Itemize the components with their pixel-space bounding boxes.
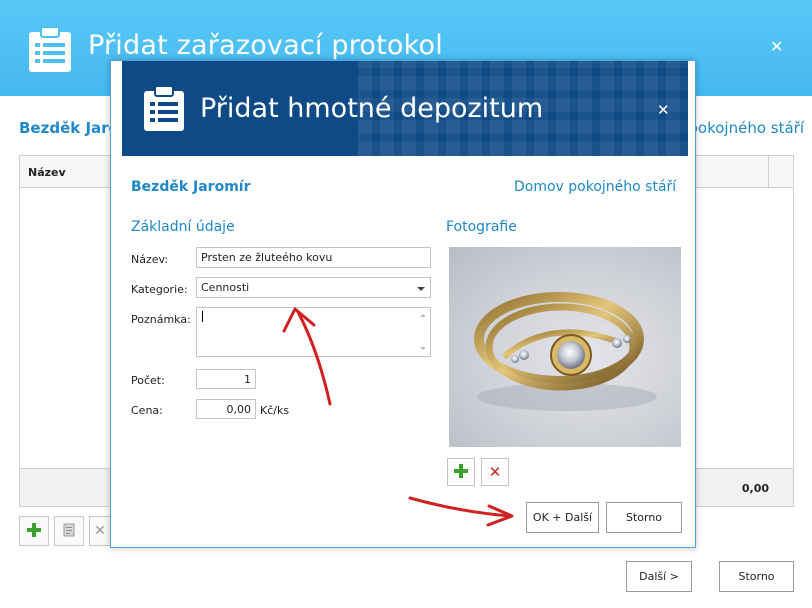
- category-label: Kategorie:: [131, 283, 188, 296]
- category-select-value: Cennosti: [201, 281, 250, 294]
- table-total: 0,00: [741, 482, 769, 495]
- price-field[interactable]: 0,00: [196, 399, 256, 419]
- note-label: Poznámka:: [131, 313, 191, 326]
- category-select[interactable]: Cennosti: [196, 277, 431, 298]
- scroll-down-icon[interactable]: [420, 347, 426, 350]
- plus-icon: [27, 522, 41, 540]
- dialog-header: Přidat hmotné depozitum ✕: [122, 61, 688, 156]
- column-divider: [768, 156, 769, 187]
- background-delete-button[interactable]: ✕: [89, 516, 111, 546]
- background-person-name: Bezděk Jaro: [19, 119, 119, 137]
- plus-icon: [454, 463, 468, 481]
- red-x-icon: ✕: [488, 463, 502, 481]
- basic-info-section-title: Základní údaje: [131, 219, 235, 235]
- item-photo: [449, 247, 681, 447]
- count-field-value: 1: [244, 372, 251, 386]
- clipboard-list-icon: [27, 26, 73, 77]
- close-icon[interactable]: ✕: [657, 101, 670, 119]
- background-facility-link[interactable]: pokojného stáří: [688, 119, 804, 137]
- background-edit-button[interactable]: [54, 516, 84, 546]
- count-field[interactable]: 1: [196, 369, 256, 389]
- name-label: Název:: [131, 253, 169, 266]
- count-label: Počet:: [131, 374, 165, 387]
- background-cancel-button[interactable]: Storno: [719, 561, 794, 592]
- note-textarea[interactable]: [196, 307, 431, 357]
- name-field-value: Prsten ze žluteého kovu: [201, 251, 333, 264]
- clipboard-list-icon: [142, 85, 186, 136]
- edit-document-icon: [62, 523, 76, 540]
- background-close-icon[interactable]: ✕: [770, 37, 783, 56]
- scroll-up-icon[interactable]: [420, 314, 426, 317]
- price-field-value: 0,00: [226, 402, 252, 416]
- dialog-cancel-button[interactable]: Storno: [606, 502, 682, 533]
- add-photo-button[interactable]: [447, 458, 475, 486]
- chevron-down-icon[interactable]: [417, 287, 425, 291]
- remove-photo-button[interactable]: ✕: [481, 458, 509, 486]
- add-deposit-dialog: Přidat hmotné depozitum ✕ Bezděk Jaromír…: [110, 60, 696, 548]
- background-window-title: Přidat zařazovací protokol: [88, 30, 443, 61]
- person-name: Bezděk Jaromír: [131, 179, 251, 195]
- facility-link[interactable]: Domov pokojného stáří: [514, 179, 676, 195]
- price-unit: Kč/ks: [260, 404, 290, 417]
- ring-photo-image: [474, 292, 657, 411]
- photo-section-title: Fotografie: [446, 219, 517, 235]
- price-label: Cena:: [131, 404, 163, 417]
- background-add-button[interactable]: [19, 516, 49, 546]
- text-caret: [202, 311, 203, 322]
- ok-next-button[interactable]: OK + Další: [526, 502, 599, 533]
- name-field[interactable]: Prsten ze žluteého kovu: [196, 247, 431, 268]
- next-button[interactable]: Další >: [626, 561, 692, 592]
- dialog-title: Přidat hmotné depozitum: [200, 93, 544, 124]
- gray-x-icon: ✕: [94, 523, 106, 539]
- column-header-name[interactable]: Název: [28, 166, 66, 179]
